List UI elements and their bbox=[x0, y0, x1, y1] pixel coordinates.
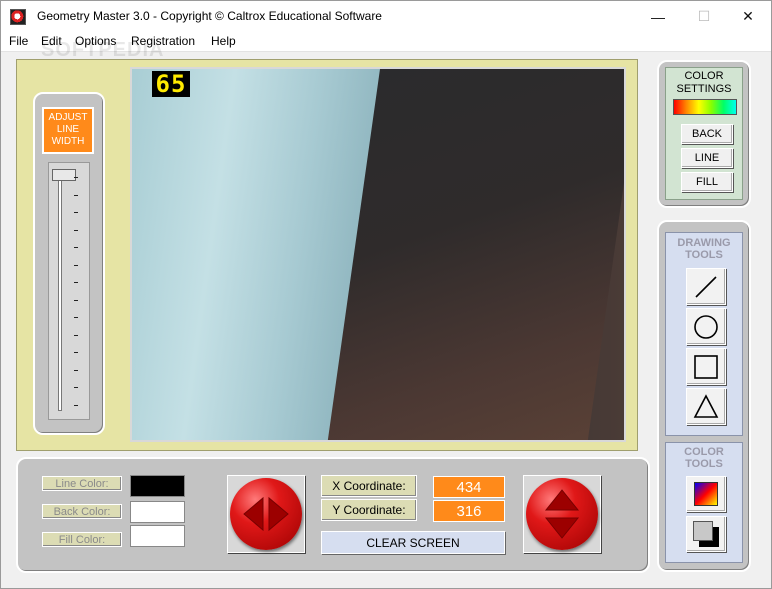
slider-tick bbox=[74, 194, 78, 196]
vertical-move-button[interactable] bbox=[526, 478, 598, 550]
slider-rail bbox=[58, 175, 62, 411]
circle-tool-icon[interactable] bbox=[686, 308, 726, 345]
counter-display: 65 bbox=[152, 71, 190, 97]
triangle-tool-icon[interactable] bbox=[686, 388, 726, 425]
color-settings-title: COLOR SETTINGS bbox=[676, 70, 732, 95]
color-tools-title: COLOR TOOLS bbox=[684, 446, 724, 470]
palette-gradient bbox=[694, 482, 718, 506]
title-bar: Geometry Master 3.0 - Copyright © Caltro… bbox=[1, 1, 771, 32]
menu-file[interactable]: File bbox=[9, 34, 28, 48]
slider-tick bbox=[74, 212, 78, 213]
close-button[interactable]: ✕ bbox=[725, 1, 771, 32]
slider-tick bbox=[74, 177, 78, 178]
slider-tick bbox=[74, 247, 78, 248]
menu-help[interactable]: Help bbox=[211, 34, 236, 48]
left-right-arrows-icon bbox=[243, 496, 289, 532]
slider-tick bbox=[74, 387, 78, 388]
fill-color-label: Fill Color: bbox=[42, 532, 122, 547]
slider-tick bbox=[74, 334, 78, 336]
fill-bucket-icon[interactable] bbox=[686, 516, 726, 552]
slider-tick bbox=[74, 369, 78, 371]
line-tool-icon[interactable] bbox=[686, 268, 726, 305]
x-coordinate-value: 434 bbox=[433, 476, 505, 498]
color-spectrum[interactable] bbox=[673, 99, 737, 115]
line-color-button[interactable]: LINE bbox=[681, 148, 733, 168]
line-width-slider[interactable] bbox=[48, 162, 90, 420]
minimize-button[interactable]: — bbox=[635, 1, 681, 32]
horizontal-move-button[interactable] bbox=[230, 478, 302, 550]
slider-tick bbox=[74, 264, 78, 266]
slider-tick bbox=[74, 317, 78, 318]
slider-thumb[interactable] bbox=[52, 169, 76, 181]
line-color-swatch[interactable] bbox=[130, 475, 185, 497]
fill-color-swatch[interactable] bbox=[130, 525, 185, 547]
y-coordinate-value: 316 bbox=[433, 500, 505, 522]
clear-screen-button[interactable]: CLEAR SCREEN bbox=[321, 531, 505, 554]
window-title: Geometry Master 3.0 - Copyright © Caltro… bbox=[37, 9, 382, 23]
cave-image-region bbox=[326, 69, 624, 440]
slider-tick bbox=[74, 299, 78, 301]
adjust-line-width-label: ADJUST LINE WIDTH bbox=[42, 107, 94, 154]
drawing-canvas[interactable] bbox=[130, 67, 626, 442]
fill-color-button[interactable]: FILL bbox=[681, 172, 733, 192]
drawing-tools-title: DRAWING TOOLS bbox=[677, 237, 731, 261]
slider-tick bbox=[74, 229, 78, 231]
slider-tick bbox=[74, 352, 78, 353]
x-coordinate-label: X Coordinate: bbox=[321, 475, 417, 497]
back-color-swatch[interactable] bbox=[130, 501, 185, 523]
slider-tick bbox=[74, 282, 78, 283]
up-down-arrows-icon bbox=[544, 489, 580, 539]
back-color-button[interactable]: BACK bbox=[681, 124, 733, 144]
line-color-label: Line Color: bbox=[42, 476, 122, 491]
slider-tick bbox=[74, 404, 78, 406]
square-tool-icon[interactable] bbox=[686, 348, 726, 385]
back-color-label: Back Color: bbox=[42, 504, 122, 519]
color-palette-icon[interactable] bbox=[686, 476, 726, 512]
maximize-button[interactable]: ☐ bbox=[681, 1, 727, 32]
y-coordinate-label: Y Coordinate: bbox=[321, 499, 417, 521]
app-icon[interactable] bbox=[10, 9, 26, 25]
